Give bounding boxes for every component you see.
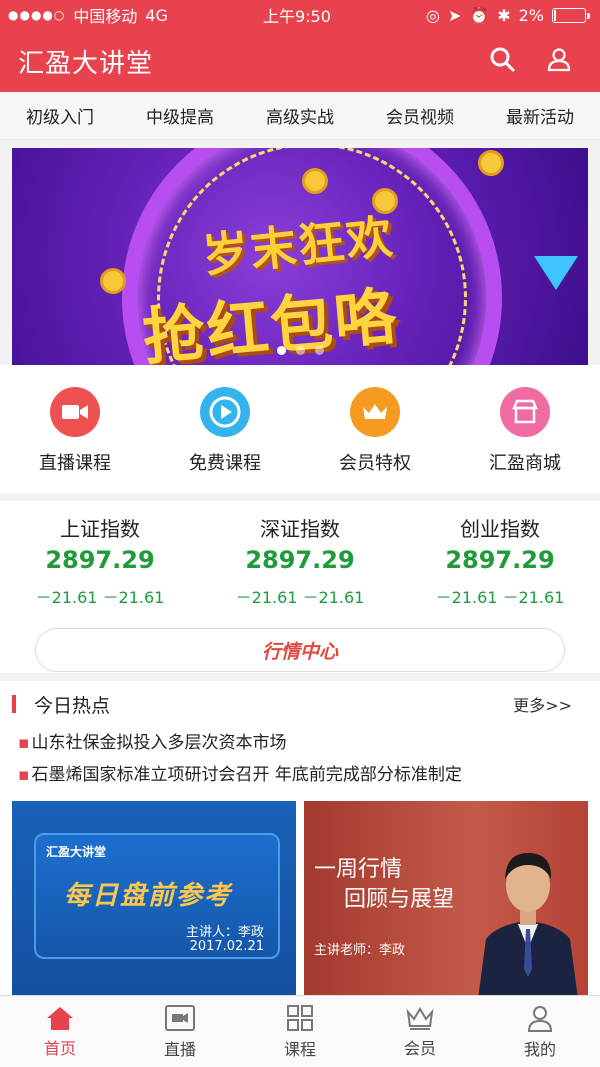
market-center-button[interactable]: 行情中心 [35,628,565,672]
tab-courses[interactable]: 课程 [250,1004,350,1060]
live-icon [165,1004,195,1031]
video-cards: 汇盈大讲堂 每日盘前参考 主讲人：李政 2017.02.21 一周行情 回顾与展… [0,791,600,999]
category-tab[interactable]: 高级实战 [266,103,334,128]
tab-label: 会员 [403,1038,436,1058]
index-name: 上证指数 [60,517,140,541]
tab-label: 课程 [283,1039,316,1059]
bottom-tab-bar: 首页 直播 课程 会员 我的 [0,995,600,1067]
news-item[interactable]: 石墨烯国家标准立项研讨会召开 年底前完成部分标准制定 [18,759,600,791]
market-indices: 上证指数 2897.29 －21.61 －21.61 深证指数 2897.29 … [0,501,600,673]
index-name: 深证指数 [260,517,340,541]
hot-topics: 今日热点 更多>> 山东社保金拟投入多层次资本市场 石墨烯国家标准立项研讨会召开… [0,681,600,999]
news-list: 山东社保金拟投入多层次资本市场 石墨烯国家标准立项研讨会召开 年底前完成部分标准… [0,727,600,791]
card-frame: 汇盈大讲堂 每日盘前参考 主讲人：李政 2017.02.21 [34,833,280,959]
home-icon [47,1006,73,1030]
quick-link-label: 免费课程 [189,453,261,474]
section-title: 今日热点 [34,694,111,717]
tab-label: 我的 [523,1039,556,1059]
quick-link-vip[interactable]: 会员特权 [310,387,440,475]
crown-icon [350,387,400,437]
quick-link-label: 直播课程 [39,453,111,474]
category-nav: 初级入门 中级提高 高级实战 会员视频 最新活动 [0,92,600,140]
promo-banner[interactable]: 岁末狂欢 抢红包咯 [12,148,588,365]
app-header: 汇盈大讲堂 [0,30,600,92]
category-tab[interactable]: 中级提高 [146,103,214,128]
card-date: 2017.02.21 [189,939,264,954]
quick-link-store[interactable]: 汇盈商城 [460,387,590,475]
card-speaker: 主讲老师：李政 [314,943,406,958]
coin-icon [100,268,126,294]
tab-home[interactable]: 首页 [10,1005,110,1059]
index-value: 2897.29 [45,546,155,574]
video-camera-icon [50,387,100,437]
index-value: 2897.29 [445,546,555,574]
carousel-dot[interactable] [314,346,324,355]
card-title-line1: 一周行情 [314,857,403,882]
quick-link-live[interactable]: 直播课程 [10,387,140,475]
carousel-dot[interactable] [295,346,305,355]
index-card[interactable]: 创业指数 2897.29 －21.61 －21.61 [405,509,595,608]
tab-live[interactable]: 直播 [130,1004,230,1060]
app-title: 汇盈大讲堂 [18,48,154,79]
quick-link-free[interactable]: 免费课程 [160,387,290,475]
store-icon [500,387,550,437]
card-title-line2: 回顾与展望 [344,887,455,912]
grid-icon [287,1004,313,1031]
category-tab[interactable]: 初级入门 [26,103,94,128]
clock: 上午9:50 [262,7,331,26]
location-icon: ➤ [447,5,462,25]
alarm-icon: ⏰ [469,5,490,25]
tab-label: 首页 [43,1038,76,1058]
index-change: －21.61 －21.61 [35,588,165,607]
card-speaker: 主讲人：李政 [185,925,264,940]
category-tab[interactable]: 最新活动 [506,103,574,128]
crown-outline-icon [406,1006,434,1030]
quick-links: 直播课程 免费课程 会员特权 汇盈商城 [0,365,600,493]
video-card-weekly[interactable]: 一周行情 回顾与展望 主讲老师：李政 [304,801,588,999]
presenter-photo [478,853,578,999]
carrier-label: 中国移动 [73,7,138,26]
news-item[interactable]: 山东社保金拟投入多层次资本市场 [18,727,600,759]
card-headline: 每日盘前参考 [64,881,233,911]
index-change: －21.61 －21.61 [235,588,365,607]
lock-rotation-icon: ◎ [425,5,440,25]
card-brand: 汇盈大讲堂 [46,845,107,859]
index-card[interactable]: 深证指数 2897.29 －21.61 －21.61 [205,509,395,608]
category-tab[interactable]: 会员视频 [386,103,454,128]
more-link[interactable]: 更多>> [513,692,572,716]
coin-icon [478,150,504,176]
top-bar: ●●●●○ 中国移动 4G 上午9:50 ◎ ➤ ⏰ ✱ 2% 汇盈大讲堂 [0,0,600,92]
battery-icon [551,7,590,23]
index-card[interactable]: 上证指数 2897.29 －21.61 －21.61 [5,509,195,608]
hot-topics-header: 今日热点 更多>> [0,681,600,727]
tab-mine[interactable]: 我的 [490,1004,590,1060]
person-icon [527,1005,553,1032]
index-value: 2897.29 [245,546,355,574]
triangle-decoration [534,256,578,290]
status-bar: ●●●●○ 中国移动 4G 上午9:50 ◎ ➤ ⏰ ✱ 2% [0,0,600,30]
battery-percent: 2% [518,5,544,25]
coin-icon [302,168,328,194]
index-name: 创业指数 [460,517,540,541]
video-card-daily[interactable]: 汇盈大讲堂 每日盘前参考 主讲人：李政 2017.02.21 [12,801,296,999]
search-icon[interactable] [488,45,516,77]
user-icon[interactable] [546,46,572,76]
bluetooth-icon: ✱ [497,5,511,25]
carousel-dot[interactable] [276,346,286,355]
quick-link-label: 汇盈商城 [489,453,561,474]
signal-icon: ●●●●○ [8,8,66,22]
section-accent-bar [12,695,16,713]
network-label: 4G [145,5,168,25]
tab-member[interactable]: 会员 [370,1005,470,1059]
play-icon [200,387,250,437]
carousel-indicator [12,346,588,355]
index-change: －21.61 －21.61 [435,588,565,607]
app-root: ●●●●○ 中国移动 4G 上午9:50 ◎ ➤ ⏰ ✱ 2% 汇盈大讲堂 初级… [0,0,600,1067]
tab-label: 直播 [163,1039,196,1059]
quick-link-label: 会员特权 [339,453,411,474]
